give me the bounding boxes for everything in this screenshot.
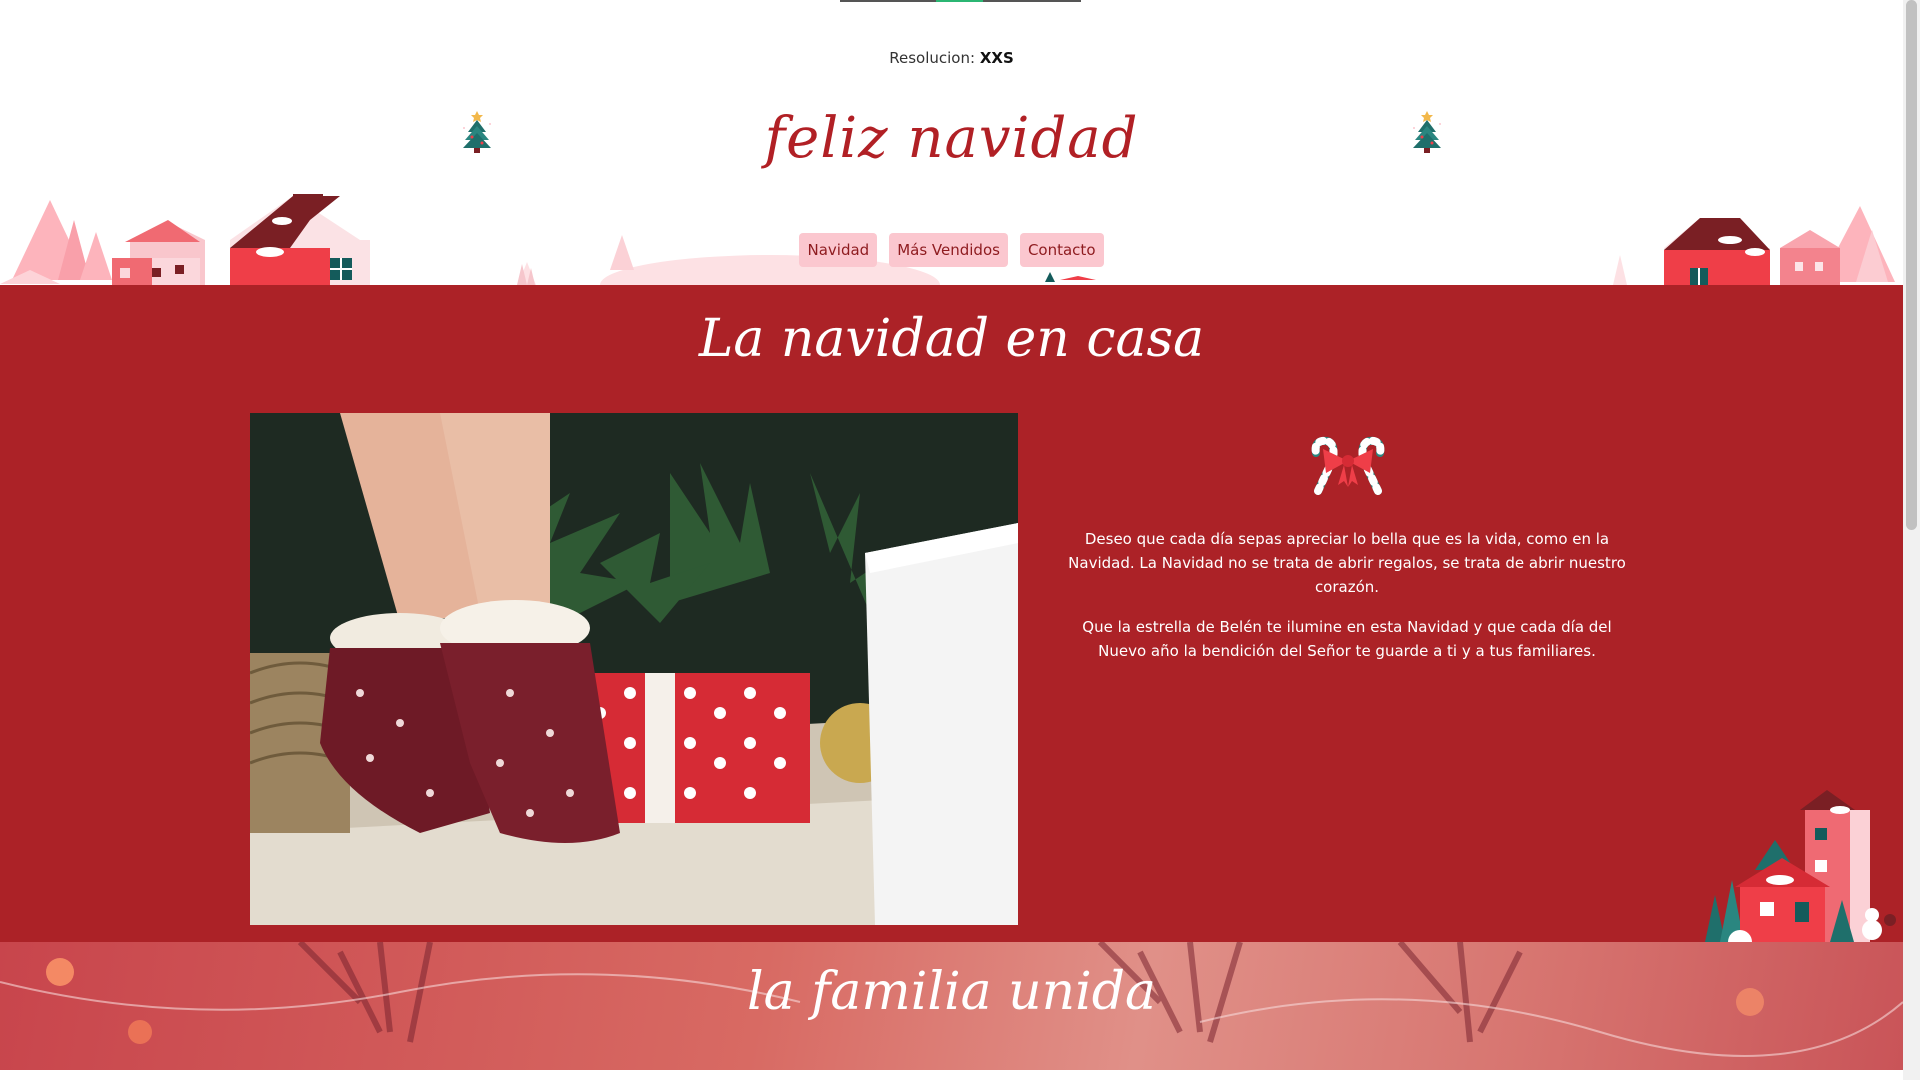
house-illustration (1705, 790, 1896, 942)
paragraph: Deseo que cada día sepas apreciar lo bel… (1068, 530, 1626, 596)
site-header: feliz navidad Navidad Más Vendidos Conta… (0, 90, 1903, 285)
nav-item-navidad[interactable]: Navidad (799, 233, 878, 267)
nav-item-contacto[interactable]: Contacto (1019, 233, 1104, 267)
section-text: Deseo que cada día sepas apreciar lo bel… (1057, 527, 1637, 679)
site-title: feliz navidad (764, 106, 1139, 171)
resolution-indicator: Resolucion: XXS (0, 49, 1903, 67)
section-navidad-en-casa: La navidad en casa Deseo que cada día se… (0, 285, 1903, 942)
nav-item-mas-vendidos[interactable]: Más Vendidos (889, 233, 1008, 267)
section-heading: La navidad en casa (698, 309, 1205, 369)
resolution-label: Resolucion: (889, 49, 976, 67)
candy-cane-bow-icon (1311, 436, 1385, 495)
resolution-value: XXS (979, 49, 1014, 67)
page-scrollbar[interactable] (1903, 0, 1920, 1080)
section-familia-unida: la familia unida (0, 942, 1903, 1070)
paragraph: Que la estrella de Belén te ilumine en e… (1082, 618, 1612, 660)
main-nav: Navidad Más Vendidos Contacto (0, 233, 1903, 267)
page: Resolucion: XXS feliz navidad Navidad Má… (0, 0, 1903, 1080)
scrollbar-thumb[interactable] (1906, 0, 1917, 530)
section-heading: la familia unida (746, 962, 1157, 1022)
top-progress-line (840, 0, 1081, 2)
socks-and-gifts-photo (250, 413, 1018, 925)
